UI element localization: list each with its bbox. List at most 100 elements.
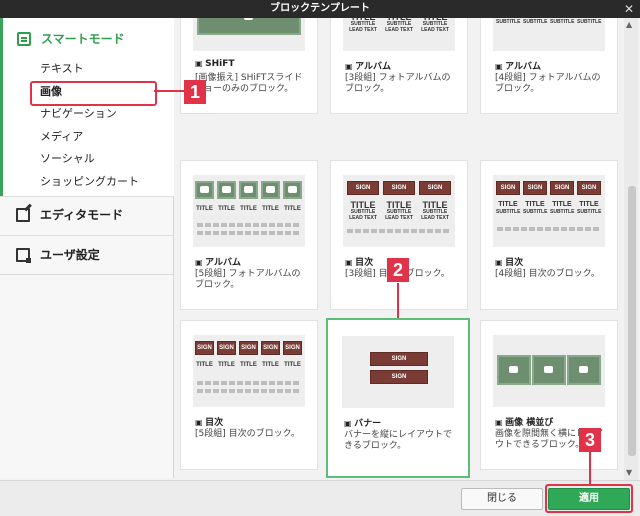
template-title: アルバム [345, 59, 391, 72]
smart-mode-section: スマートモード テキスト 画像 ナビゲーション メディア ソーシャル ショッピン… [0, 18, 174, 196]
thumb-title: TITLE [284, 362, 301, 368]
photo-placeholder [195, 181, 214, 199]
thumb-title: TITLESUBTITLE [496, 19, 521, 25]
editor-mode-header[interactable]: エディタモード [16, 206, 123, 223]
sign-button-placeholder: SIGN [195, 341, 214, 355]
thumb-title: TITLESUBTITLE [523, 19, 548, 25]
placeholder-text [197, 223, 301, 227]
template-thumbnail: TITLESUBTITLE TITLESUBTITLE TITLESUBTITL… [493, 18, 605, 51]
block-template-dialog: ブロックテンプレート ✕ スマートモード テキスト 画像 ナビゲーション メディ… [0, 0, 640, 516]
window-title: ブロックテンプレート [270, 3, 370, 14]
template-title: 目次 [345, 255, 373, 268]
template-description: [3段組] フォトアルバムのブロック。 [345, 73, 451, 94]
sidebar-divider [0, 196, 174, 197]
template-description: [5段組] フォトアルバムのブロック。 [195, 269, 301, 290]
thumb-title: TITLE [284, 206, 301, 212]
placeholder-text [197, 231, 301, 235]
thumb-title: TITLESUBTITLELEAD TEXT [349, 200, 377, 222]
template-thumbnail: TITLE TITLE TITLE TITLE TITLE [193, 175, 305, 247]
photo-placeholder [283, 181, 302, 199]
template-card-album-4[interactable]: TITLESUBTITLE TITLESUBTITLE TITLESUBTITL… [480, 18, 618, 114]
sign-button-placeholder: SIGN [577, 181, 601, 195]
sidebar-item-shopping-cart[interactable]: ショッピングカート [40, 174, 139, 197]
selection-highlight-1 [30, 81, 157, 106]
scroll-down-icon[interactable]: ▼ [626, 468, 632, 477]
smart-mode-header[interactable]: スマートモード [17, 30, 125, 47]
thumb-title: TITLESUBTITLE [496, 201, 521, 215]
photo-placeholder [261, 181, 280, 199]
scroll-up-icon[interactable]: ▲ [626, 20, 632, 29]
callout-badge-2: 2 [387, 258, 409, 282]
sign-button-placeholder: SIGN [261, 341, 280, 355]
sidebar: スマートモード テキスト 画像 ナビゲーション メディア ソーシャル ショッピン… [0, 18, 174, 478]
sign-button-placeholder: SIGN [419, 181, 451, 195]
thumb-title: TITLE [196, 206, 213, 212]
template-description: [画像振え] SHiFTスライドショーのみのブロック。 [195, 73, 303, 94]
sign-button-placeholder: SIGN [496, 181, 520, 195]
scroll-thumb[interactable] [628, 186, 636, 456]
editor-mode-label: エディタモード [40, 208, 124, 222]
sidebar-item-social[interactable]: ソーシャル [40, 151, 139, 174]
photo-placeholder [497, 355, 531, 385]
template-title: アルバム [495, 59, 541, 72]
thumb-title: TITLE [240, 362, 257, 368]
sidebar-item-navigation[interactable]: ナビゲーション [40, 106, 139, 129]
photo-placeholder [197, 18, 301, 35]
template-thumbnail [193, 18, 305, 51]
dialog-footer [0, 480, 640, 516]
thumb-title: TITLESUBTITLE [550, 19, 575, 25]
smart-mode-label: スマートモード [41, 32, 125, 46]
template-thumbnail: SIGN SIGN SIGN SIGN SIGN TITLE TITLE TIT… [193, 335, 305, 407]
callout-badge-3: 3 [579, 428, 601, 452]
template-thumbnail: TITLESUBTITLELEAD TEXT TITLESUBTITLELEAD… [343, 18, 455, 51]
callout-badge-1: 1 [184, 80, 206, 104]
template-title: 目次 [195, 415, 223, 428]
thumb-title: TITLESUBTITLE [577, 19, 602, 25]
template-title: 目次 [495, 255, 523, 268]
user-settings-header[interactable]: ユーザ設定 [16, 246, 100, 263]
photo-placeholder [239, 181, 258, 199]
thumb-title: TITLE [262, 362, 279, 368]
thumb-title: TITLESUBTITLELEAD TEXT [349, 18, 377, 33]
placeholder-text [347, 229, 451, 233]
template-card-toc-3[interactable]: SIGN SIGN SIGN TITLE SUBTITLE LEAD TEXT TI… [330, 160, 468, 310]
sign-button-placeholder: SIGN [217, 341, 236, 355]
close-button[interactable]: 閉じる [461, 488, 543, 510]
thumb-title: TITLE [262, 206, 279, 212]
sidebar-divider [0, 274, 174, 275]
callout-line [589, 452, 591, 484]
thumb-title: TITLE [218, 206, 235, 212]
template-thumbnail: SIGN SIGN SIGN TITLE SUBTITLE LEAD TEXT TI… [343, 175, 455, 247]
photo-placeholder [217, 181, 236, 199]
sign-button-placeholder: SIGN [383, 181, 415, 195]
template-card-album-5[interactable]: TITLE TITLE TITLE TITLE TITLE アルバム [5段組]… [180, 160, 318, 310]
template-thumbnail: SIGN SIGN SIGN SIGN TITLE SUBTITLE TITLE S… [493, 175, 605, 247]
sidebar-item-media[interactable]: メディア [40, 129, 139, 152]
template-card-banner[interactable]: SIGN SIGN バナー バナーを縦にレイアウトできるブロック。 [326, 318, 470, 478]
sign-button-placeholder: SIGN [550, 181, 574, 195]
sign-button-placeholder: SIGN [370, 370, 428, 384]
template-card-album-3[interactable]: TITLESUBTITLELEAD TEXT TITLESUBTITLELEAD… [330, 18, 468, 114]
placeholder-text [197, 389, 301, 393]
thumb-title: TITLESUBTITLELEAD TEXT [385, 200, 413, 222]
apply-button[interactable]: 適用 [548, 488, 630, 510]
title-bar: ブロックテンプレート ✕ [0, 0, 640, 18]
sign-button-placeholder: SIGN [239, 341, 258, 355]
close-icon[interactable]: ✕ [624, 0, 634, 18]
template-thumbnail [493, 335, 605, 407]
user-settings-icon [16, 247, 31, 263]
template-card-toc-5[interactable]: SIGN SIGN SIGN SIGN SIGN TITLE TITLE TIT… [180, 320, 318, 470]
thumb-title: TITLE [240, 206, 257, 212]
template-title: SHiFT [195, 59, 234, 69]
sign-button-placeholder: SIGN [283, 341, 302, 355]
photo-placeholder [567, 355, 601, 385]
template-description: [5段組] 目次のブロック。 [195, 429, 300, 439]
thumb-title: TITLESUBTITLELEAD TEXT [421, 200, 449, 222]
template-title: アルバム [195, 255, 241, 268]
template-description: バナーを縦にレイアウトできるブロック。 [344, 430, 453, 451]
callout-line [397, 283, 399, 318]
template-description: [4段組] 目次のブロック。 [495, 269, 600, 279]
template-thumbnail: SIGN SIGN [342, 336, 454, 408]
template-title: 画像 横並び [495, 415, 553, 428]
template-card-toc-4[interactable]: SIGN SIGN SIGN SIGN TITLE SUBTITLE TITLE S… [480, 160, 618, 310]
